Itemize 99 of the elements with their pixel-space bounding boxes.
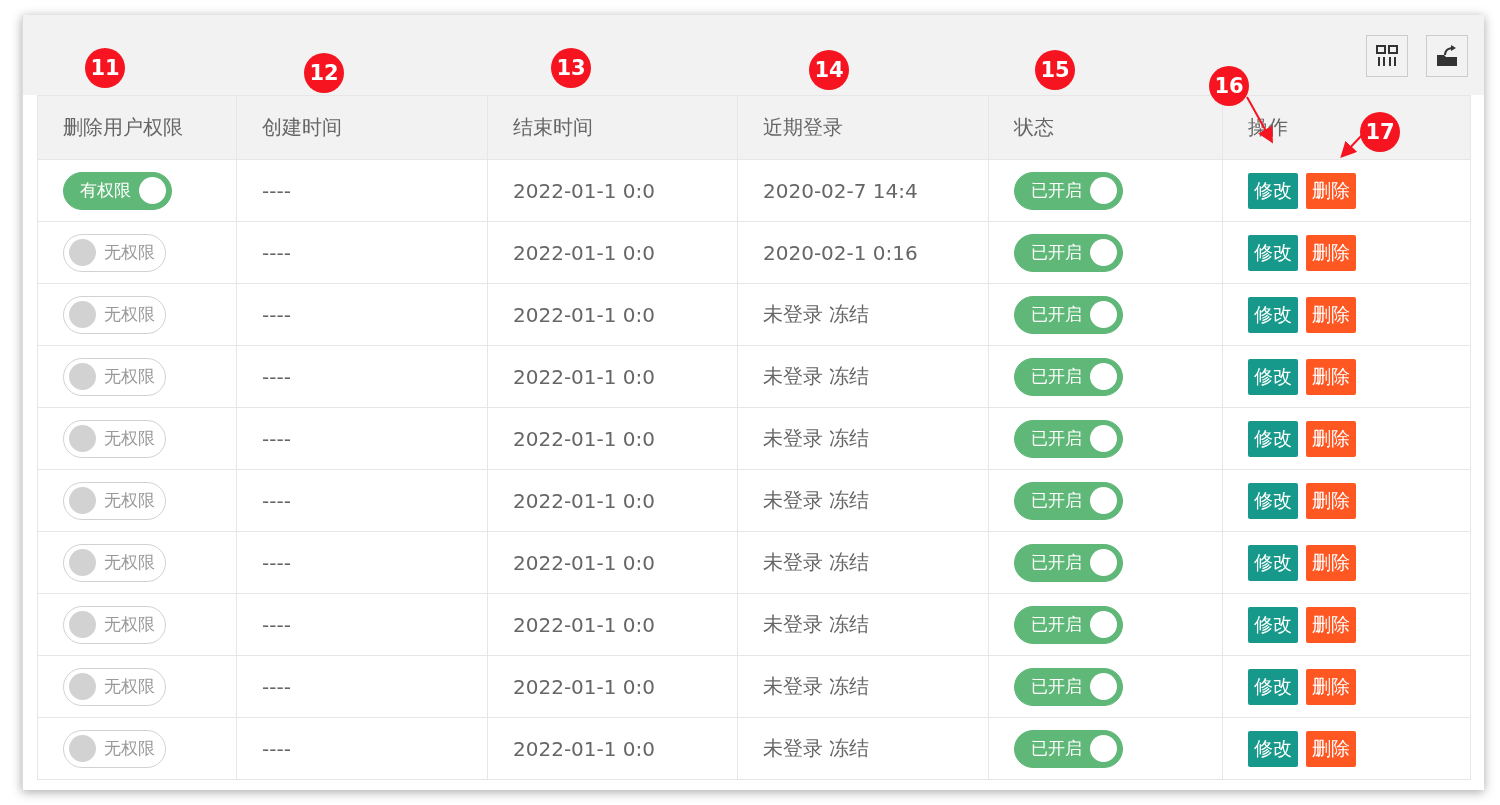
switch-knob	[1090, 673, 1117, 700]
export-button[interactable]	[1426, 35, 1468, 77]
delete-button[interactable]: 删除	[1306, 296, 1356, 333]
table-cell: ----	[237, 718, 488, 780]
switch-knob	[69, 239, 96, 266]
toggle-switch[interactable]: 已开启	[1014, 419, 1123, 458]
switch-knob	[69, 425, 96, 452]
toggle-switch[interactable]: 无权限	[63, 481, 166, 520]
switch-knob	[69, 673, 96, 700]
table-cell: 2022-01-1 0:0	[488, 594, 738, 656]
table-cell: ----	[237, 408, 488, 470]
edit-button[interactable]: 修改	[1248, 668, 1298, 705]
table-cell: 2022-01-1 0:0	[488, 346, 738, 408]
table-cell: 未登录 冻结	[738, 284, 989, 346]
toggle-switch[interactable]: 已开启	[1014, 295, 1123, 334]
edit-button[interactable]: 修改	[1248, 296, 1298, 333]
edit-button[interactable]: 修改	[1248, 234, 1298, 271]
table-cell: 2020-02-7 14:4	[738, 160, 989, 222]
switch-knob	[1090, 363, 1117, 390]
toggle-switch[interactable]: 已开启	[1014, 357, 1123, 396]
table-cell: 未登录 冻结	[738, 532, 989, 594]
table-cell: 2022-01-1 0:0	[488, 222, 738, 284]
table-cell: 未登录 冻结	[738, 408, 989, 470]
toggle-switch[interactable]: 无权限	[63, 233, 166, 272]
column-header: 删除用户权限	[37, 95, 237, 160]
switch-knob	[1090, 425, 1117, 452]
delete-button[interactable]: 删除	[1306, 482, 1356, 519]
delete-button[interactable]: 删除	[1306, 606, 1356, 643]
table-cell: ----	[237, 222, 488, 284]
toggle-switch[interactable]: 无权限	[63, 295, 166, 334]
table-cell: ----	[237, 532, 488, 594]
table-cell: 2022-01-1 0:0	[488, 718, 738, 780]
switch-knob	[69, 363, 96, 390]
table-cell: 未登录 冻结	[738, 656, 989, 718]
switch-knob	[139, 177, 166, 204]
switch-knob	[69, 301, 96, 328]
edit-button[interactable]: 修改	[1248, 482, 1298, 519]
delete-button[interactable]: 删除	[1306, 172, 1356, 209]
table-cell: 2020-02-1 0:16	[738, 222, 989, 284]
edit-button[interactable]: 修改	[1248, 606, 1298, 643]
column-header: 状态	[989, 95, 1223, 160]
column-header: 近期登录	[738, 95, 989, 160]
toggle-switch[interactable]: 有权限	[63, 171, 172, 210]
table-cell: ----	[237, 470, 488, 532]
table-cell: 未登录 冻结	[738, 346, 989, 408]
toggle-switch[interactable]: 已开启	[1014, 605, 1123, 644]
switch-knob	[1090, 611, 1117, 638]
toggle-switch[interactable]: 已开启	[1014, 171, 1123, 210]
toggle-switch[interactable]: 已开启	[1014, 233, 1123, 272]
switch-knob	[1090, 177, 1117, 204]
edit-button[interactable]: 修改	[1248, 358, 1298, 395]
switch-knob	[1090, 239, 1117, 266]
switch-knob	[1090, 735, 1117, 762]
toggle-switch[interactable]: 无权限	[63, 357, 166, 396]
table-cell: 2022-01-1 0:0	[488, 160, 738, 222]
switch-knob	[1090, 549, 1117, 576]
switch-knob	[69, 611, 96, 638]
table-cell: 未登录 冻结	[738, 594, 989, 656]
delete-button[interactable]: 删除	[1306, 234, 1356, 271]
table-cell: 2022-01-1 0:0	[488, 656, 738, 718]
column-header: 创建时间	[237, 95, 488, 160]
delete-button[interactable]: 删除	[1306, 420, 1356, 457]
table-cell: 未登录 冻结	[738, 470, 989, 532]
table-cell: ----	[237, 594, 488, 656]
table-cell: ----	[237, 656, 488, 718]
switch-knob	[69, 487, 96, 514]
edit-button[interactable]: 修改	[1248, 420, 1298, 457]
delete-button[interactable]: 删除	[1306, 668, 1356, 705]
edit-button[interactable]: 修改	[1248, 544, 1298, 581]
switch-knob	[69, 735, 96, 762]
table-cell: ----	[237, 284, 488, 346]
table-cell: 2022-01-1 0:0	[488, 532, 738, 594]
delete-button[interactable]: 删除	[1306, 358, 1356, 395]
toggle-switch[interactable]: 已开启	[1014, 667, 1123, 706]
toggle-switch[interactable]: 无权限	[63, 667, 166, 706]
switch-knob	[1090, 487, 1117, 514]
delete-button[interactable]: 删除	[1306, 730, 1356, 767]
toggle-switch[interactable]: 无权限	[63, 419, 166, 458]
table-cell: ----	[237, 346, 488, 408]
table-cell: 2022-01-1 0:0	[488, 284, 738, 346]
table-cell: 未登录 冻结	[738, 718, 989, 780]
toggle-switch[interactable]: 无权限	[63, 605, 166, 644]
folder-arrow-icon	[1436, 45, 1458, 67]
edit-button[interactable]: 修改	[1248, 730, 1298, 767]
table-cell: 2022-01-1 0:0	[488, 408, 738, 470]
table-cell: 2022-01-1 0:0	[488, 470, 738, 532]
delete-button[interactable]: 删除	[1306, 544, 1356, 581]
toggle-switch[interactable]: 已开启	[1014, 729, 1123, 768]
switch-knob	[69, 549, 96, 576]
columns-icon	[1376, 45, 1398, 67]
column-header: 结束时间	[488, 95, 738, 160]
toggle-switch[interactable]: 无权限	[63, 729, 166, 768]
column-filter-button[interactable]	[1366, 35, 1408, 77]
switch-knob	[1090, 301, 1117, 328]
toggle-switch[interactable]: 已开启	[1014, 543, 1123, 582]
toggle-switch[interactable]: 已开启	[1014, 481, 1123, 520]
toggle-switch[interactable]: 无权限	[63, 543, 166, 582]
edit-button[interactable]: 修改	[1248, 172, 1298, 209]
table-cell: ----	[237, 160, 488, 222]
